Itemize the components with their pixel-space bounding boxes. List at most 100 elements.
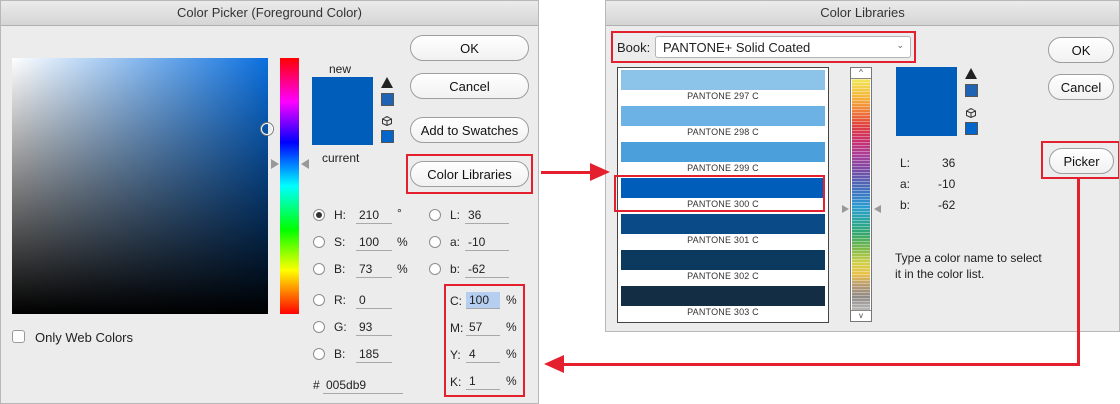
- cmyk-highlight: [444, 284, 525, 397]
- green-label: G:: [334, 320, 347, 334]
- lab-a-field[interactable]: -10: [465, 234, 509, 251]
- list-item[interactable]: PANTONE 298 C: [621, 106, 827, 142]
- selected-swatch-highlight: [614, 175, 825, 212]
- lab-a-radio[interactable]: [429, 236, 441, 248]
- lab-b-field[interactable]: -62: [465, 261, 509, 278]
- green-field[interactable]: 93: [356, 319, 392, 336]
- only-web-colors-checkbox[interactable]: [12, 330, 25, 343]
- annotation-arrow-left-line: [563, 363, 1080, 366]
- swatch-name: PANTONE 302 C: [687, 271, 759, 281]
- hex-label: #: [313, 378, 320, 392]
- library-ok-button[interactable]: OK: [1048, 37, 1114, 63]
- swatch-color-298: [621, 106, 825, 126]
- picker-highlight: [1041, 141, 1119, 179]
- swatch-name: PANTONE 303 C: [687, 307, 759, 317]
- gamut-swatch[interactable]: [381, 93, 394, 106]
- blue-field[interactable]: 185: [356, 346, 392, 363]
- current-label: current: [322, 151, 360, 165]
- hue-slider[interactable]: [280, 58, 299, 314]
- color-picker-window: Color Picker (Foreground Color) new curr…: [0, 0, 539, 404]
- spectrum-marker-right[interactable]: [874, 205, 881, 213]
- cancel-button[interactable]: Cancel: [410, 73, 529, 99]
- list-item[interactable]: PANTONE 299 C: [621, 142, 827, 178]
- color-libraries-window: Color Libraries Book: PANTONE+ Solid Coa…: [605, 0, 1120, 332]
- library-lab-b-label: b:: [900, 198, 911, 212]
- hue-slider-handle-left[interactable]: [271, 159, 279, 169]
- saturation-brightness-field[interactable]: [12, 58, 268, 314]
- websafe-swatch[interactable]: [965, 122, 978, 135]
- swatch-color-303: [621, 286, 825, 306]
- green-radio[interactable]: [313, 321, 325, 333]
- hue-field[interactable]: 210: [356, 207, 392, 224]
- gamut-warning-icon[interactable]: [381, 77, 393, 88]
- library-color-preview: [896, 67, 957, 136]
- scroll-up-arrow[interactable]: ^: [851, 68, 871, 79]
- list-item[interactable]: PANTONE 302 C: [621, 250, 827, 286]
- websafe-cube-icon[interactable]: [966, 107, 976, 119]
- list-item[interactable]: PANTONE 301 C: [621, 214, 827, 250]
- annotation-arrow-down-line: [1077, 178, 1080, 366]
- blue-label: B:: [334, 347, 346, 361]
- color-libraries-title: Color Libraries: [606, 1, 1119, 26]
- library-cancel-button[interactable]: Cancel: [1048, 74, 1114, 100]
- swatch-name: PANTONE 299 C: [687, 163, 759, 173]
- lab-l-radio[interactable]: [429, 209, 441, 221]
- brightness-field[interactable]: 73: [356, 261, 392, 278]
- hue-unit: °: [397, 206, 402, 220]
- websafe-cube-icon[interactable]: [382, 115, 392, 127]
- type-name-hint: Type a color name to select it in the co…: [895, 251, 1042, 281]
- swatch-name: PANTONE 301 C: [687, 235, 759, 245]
- saturation-unit: %: [397, 235, 408, 249]
- library-lab-a-label: a:: [900, 177, 911, 191]
- lab-l-label: L:: [450, 208, 461, 222]
- spectrum-strip[interactable]: ^ v: [850, 67, 872, 322]
- book-highlight: [611, 31, 916, 63]
- scroll-down-arrow[interactable]: v: [851, 310, 871, 321]
- field-cursor[interactable]: [261, 123, 273, 135]
- red-radio[interactable]: [313, 294, 325, 306]
- lab-l-field[interactable]: 36: [465, 207, 509, 224]
- red-label: R:: [334, 293, 346, 307]
- list-item[interactable]: PANTONE 303 C: [621, 286, 827, 322]
- hue-slider-handle-right[interactable]: [301, 159, 309, 169]
- blue-radio[interactable]: [313, 348, 325, 360]
- brightness-unit: %: [397, 262, 408, 276]
- swatch-color-301: [621, 214, 825, 234]
- add-to-swatches-button[interactable]: Add to Swatches: [410, 117, 529, 143]
- spectrum-marker-left[interactable]: [842, 205, 849, 213]
- ok-button[interactable]: OK: [410, 35, 529, 61]
- spectrum-colors[interactable]: [852, 79, 870, 311]
- gamut-swatch[interactable]: [965, 84, 978, 97]
- list-item[interactable]: PANTONE 297 C: [621, 70, 827, 106]
- lab-b-label: b:: [450, 262, 461, 276]
- saturation-field[interactable]: 100: [356, 234, 392, 251]
- hue-radio[interactable]: [313, 209, 325, 221]
- annotation-arrow-left-head: [544, 355, 564, 373]
- annotation-arrow-right-head: [590, 163, 610, 181]
- swatch-color-299: [621, 142, 825, 162]
- library-lab-l-label: L:: [900, 156, 911, 170]
- lab-a-label: a:: [450, 235, 461, 249]
- new-color-swatch: [312, 77, 373, 145]
- brightness-label: B:: [334, 262, 346, 276]
- swatch-name: PANTONE 298 C: [687, 127, 759, 137]
- only-web-colors-label: Only Web Colors: [35, 330, 134, 345]
- swatch-color-297: [621, 70, 825, 90]
- library-lab-a-value: -10: [938, 177, 956, 191]
- brightness-radio[interactable]: [313, 263, 325, 275]
- gamut-warning-icon[interactable]: [965, 68, 977, 79]
- new-label: new: [329, 62, 352, 76]
- red-field[interactable]: 0: [356, 292, 392, 309]
- library-lab-l-value: 36: [942, 156, 956, 170]
- saturation-label: S:: [334, 235, 346, 249]
- hue-label: H:: [334, 208, 346, 222]
- swatch-name: PANTONE 297 C: [687, 91, 759, 101]
- hex-field[interactable]: 005db9: [323, 377, 403, 394]
- lab-b-radio[interactable]: [429, 263, 441, 275]
- swatch-color-302: [621, 250, 825, 270]
- color-picker-title: Color Picker (Foreground Color): [1, 1, 538, 26]
- saturation-radio[interactable]: [313, 236, 325, 248]
- annotation-arrow-right-line: [541, 171, 593, 174]
- library-lab-b-value: -62: [938, 198, 956, 212]
- websafe-swatch[interactable]: [381, 130, 394, 143]
